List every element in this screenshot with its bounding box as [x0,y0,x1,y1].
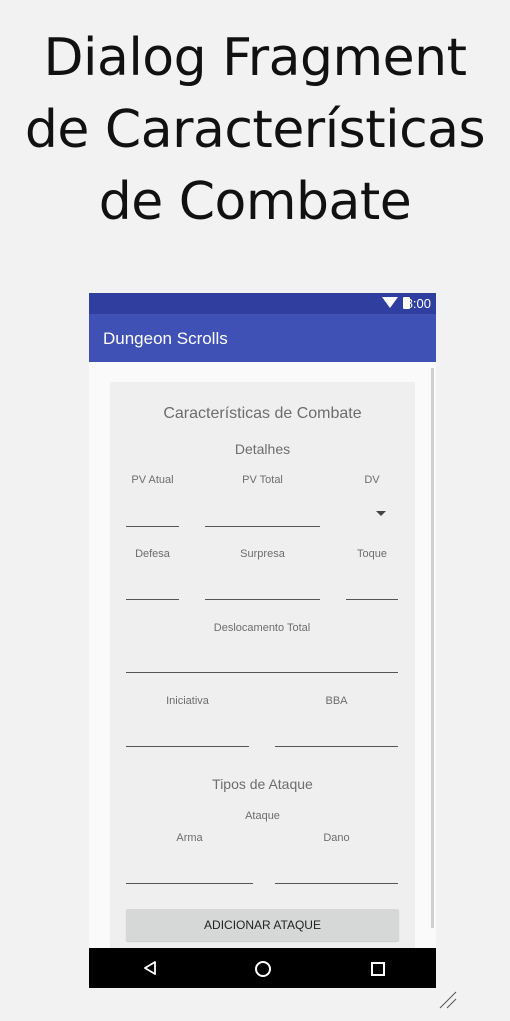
deslocamento-field[interactable] [126,672,398,673]
deslocamento-label: Deslocamento Total [213,622,311,634]
app-title: Dungeon Scrolls [103,329,228,348]
bba-field[interactable] [275,746,398,747]
headline-line-2: de Características [24,100,486,160]
surpresa-field[interactable] [205,599,320,600]
nav-home-icon[interactable] [255,961,271,977]
status-time: 8:00 [405,296,431,311]
scrollbar[interactable] [431,368,434,928]
navigation-bar [89,948,436,988]
dropdown-arrow-icon[interactable] [376,511,386,516]
headline: Dialog Fragment de Características de Co… [0,22,510,238]
nav-back-icon[interactable] [143,961,157,975]
defesa-field[interactable] [126,599,179,600]
toque-label: Toque [357,548,387,560]
iniciativa-field[interactable] [126,746,249,747]
surpresa-label: Surpresa [240,548,285,560]
headline-line-1: Dialog Fragment [43,28,467,88]
pv-total-field[interactable] [205,526,320,527]
pv-atual-field[interactable] [126,526,179,527]
section-details-label: Detalhes [234,441,291,457]
pv-atual-label: PV Atual [131,474,174,486]
nav-recent-icon[interactable] [371,962,385,976]
phone-screen: 8:00 Dungeon Scrolls Características de … [89,293,436,988]
defesa-label: Defesa [135,548,170,560]
arma-field[interactable] [126,883,253,884]
status-bar: 8:00 [89,293,436,314]
dano-label: Dano [323,832,350,844]
dv-label: DV [364,474,380,486]
ataque-label: Ataque [245,810,280,822]
arma-label: Arma [176,832,203,844]
content-area: Características de Combate Detalhes PV A… [89,362,436,962]
iniciativa-label: Iniciativa [166,695,209,707]
pv-total-label: PV Total [242,474,283,486]
add-attack-button[interactable]: ADICIONAR ATAQUE [126,909,399,941]
dialog-title: Características de Combate [163,405,362,422]
tipos-ataque-label: Tipos de Ataque [212,776,313,792]
dano-field[interactable] [275,883,398,884]
toque-field[interactable] [346,599,398,600]
bba-label: BBA [325,695,348,707]
resize-handle-icon [439,991,457,1009]
combat-dialog: Características de Combate Detalhes PV A… [110,382,415,962]
wifi-icon [382,297,398,308]
headline-line-3: de Combate [98,172,412,232]
app-bar: Dungeon Scrolls [89,314,436,362]
